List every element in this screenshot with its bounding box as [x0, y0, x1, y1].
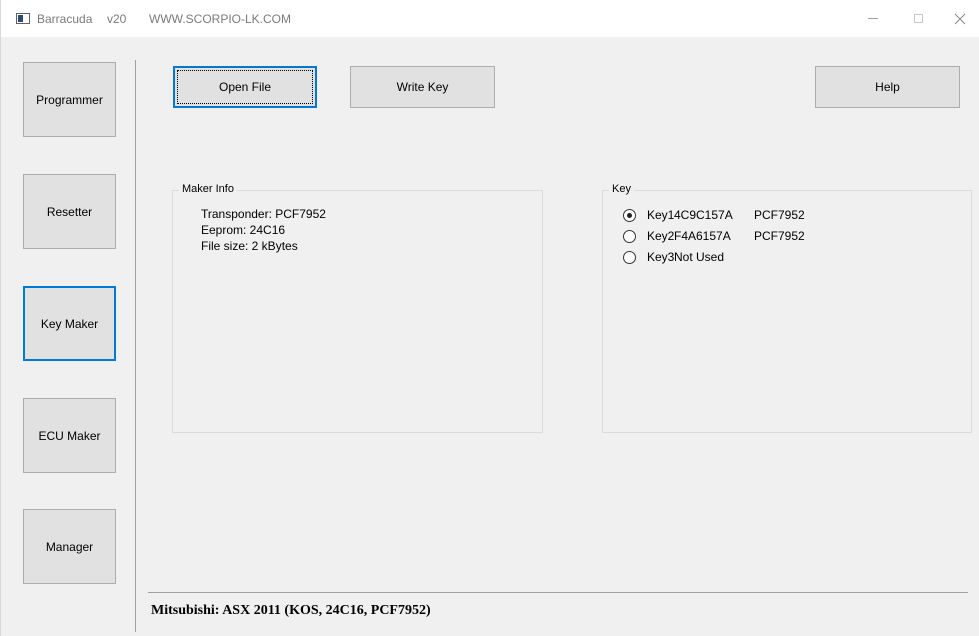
- key-name: Key2: [647, 229, 675, 243]
- key1-radio-option[interactable]: Key1 4C9C157A PCF7952: [623, 207, 805, 223]
- key2-radio-option[interactable]: Key2 F4A6157A PCF7952: [623, 228, 805, 244]
- window-title-url: WWW.SCORPIO-LK.COM: [149, 12, 291, 26]
- minimize-icon: [868, 18, 878, 19]
- open-file-label: Open File: [218, 80, 272, 94]
- app-window-icon: [16, 13, 30, 24]
- transponder-info: Transponder: PCF7952: [201, 207, 326, 221]
- window-title-version: v20: [107, 12, 127, 26]
- eeprom-info: Eeprom: 24C16: [201, 223, 286, 237]
- sidebar-item-label: Programmer: [36, 92, 103, 107]
- sidebar-item-label: Resetter: [46, 204, 93, 219]
- help-button[interactable]: Help: [815, 66, 960, 108]
- radio-selected-icon[interactable]: [623, 208, 636, 222]
- write-key-button[interactable]: Write Key: [350, 66, 495, 108]
- sidebar-item-ecu-maker[interactable]: ECU Maker: [23, 398, 116, 473]
- key-type: PCF7952: [754, 208, 805, 222]
- sidebar-item-manager[interactable]: Manager: [23, 509, 116, 584]
- key-legend: Key: [609, 183, 634, 195]
- key-code: F4A6157A: [674, 229, 731, 243]
- sidebar-item-key-maker[interactable]: Key Maker: [23, 286, 116, 361]
- maximize-icon: [913, 14, 923, 23]
- key-name: Key1: [647, 208, 675, 222]
- maker-info-legend: Maker Info: [179, 183, 237, 195]
- key-group: Key Key1 4C9C157A PCF7952 Key2 F4A6157A …: [602, 183, 972, 433]
- title-bar[interactable]: Barracuda v20 WWW.SCORPIO-LK.COM: [1, 0, 979, 37]
- sidebar-item-label: ECU Maker: [38, 428, 101, 443]
- status-divider: [148, 592, 968, 593]
- sidebar-item-resetter[interactable]: Resetter: [23, 174, 116, 249]
- close-icon: [954, 13, 966, 24]
- minimize-button[interactable]: [853, 0, 893, 37]
- window-title-app-name: Barracuda: [37, 12, 93, 26]
- radio-unselected-icon[interactable]: [623, 250, 636, 264]
- app-window: Barracuda v20 WWW.SCORPIO-LK.COM Program…: [0, 0, 979, 636]
- maker-info-group: Maker Info Transponder: PCF7952 Eeprom: …: [172, 183, 543, 433]
- key3-radio-option[interactable]: Key3 Not Used: [623, 249, 754, 265]
- file-size-info: File size: 2 kBytes: [201, 239, 298, 253]
- key-code: 4C9C157A: [674, 208, 733, 222]
- sidebar-item-label: Key Maker: [40, 316, 99, 331]
- help-label: Help: [875, 80, 900, 94]
- close-button[interactable]: [940, 0, 979, 37]
- maximize-button[interactable]: [898, 0, 938, 37]
- open-file-button[interactable]: Open File: [173, 66, 317, 108]
- sidebar-item-programmer[interactable]: Programmer: [23, 62, 116, 137]
- key-type: PCF7952: [754, 229, 805, 243]
- radio-unselected-icon[interactable]: [623, 229, 636, 243]
- key-code: Not Used: [674, 250, 725, 264]
- write-key-label: Write Key: [396, 80, 449, 94]
- sidebar-item-label: Manager: [45, 539, 94, 554]
- key-name: Key3: [647, 250, 675, 264]
- vehicle-status-text: Mitsubishi: ASX 2011 (KOS, 24C16, PCF795…: [151, 603, 431, 618]
- sidebar-divider: [135, 60, 136, 632]
